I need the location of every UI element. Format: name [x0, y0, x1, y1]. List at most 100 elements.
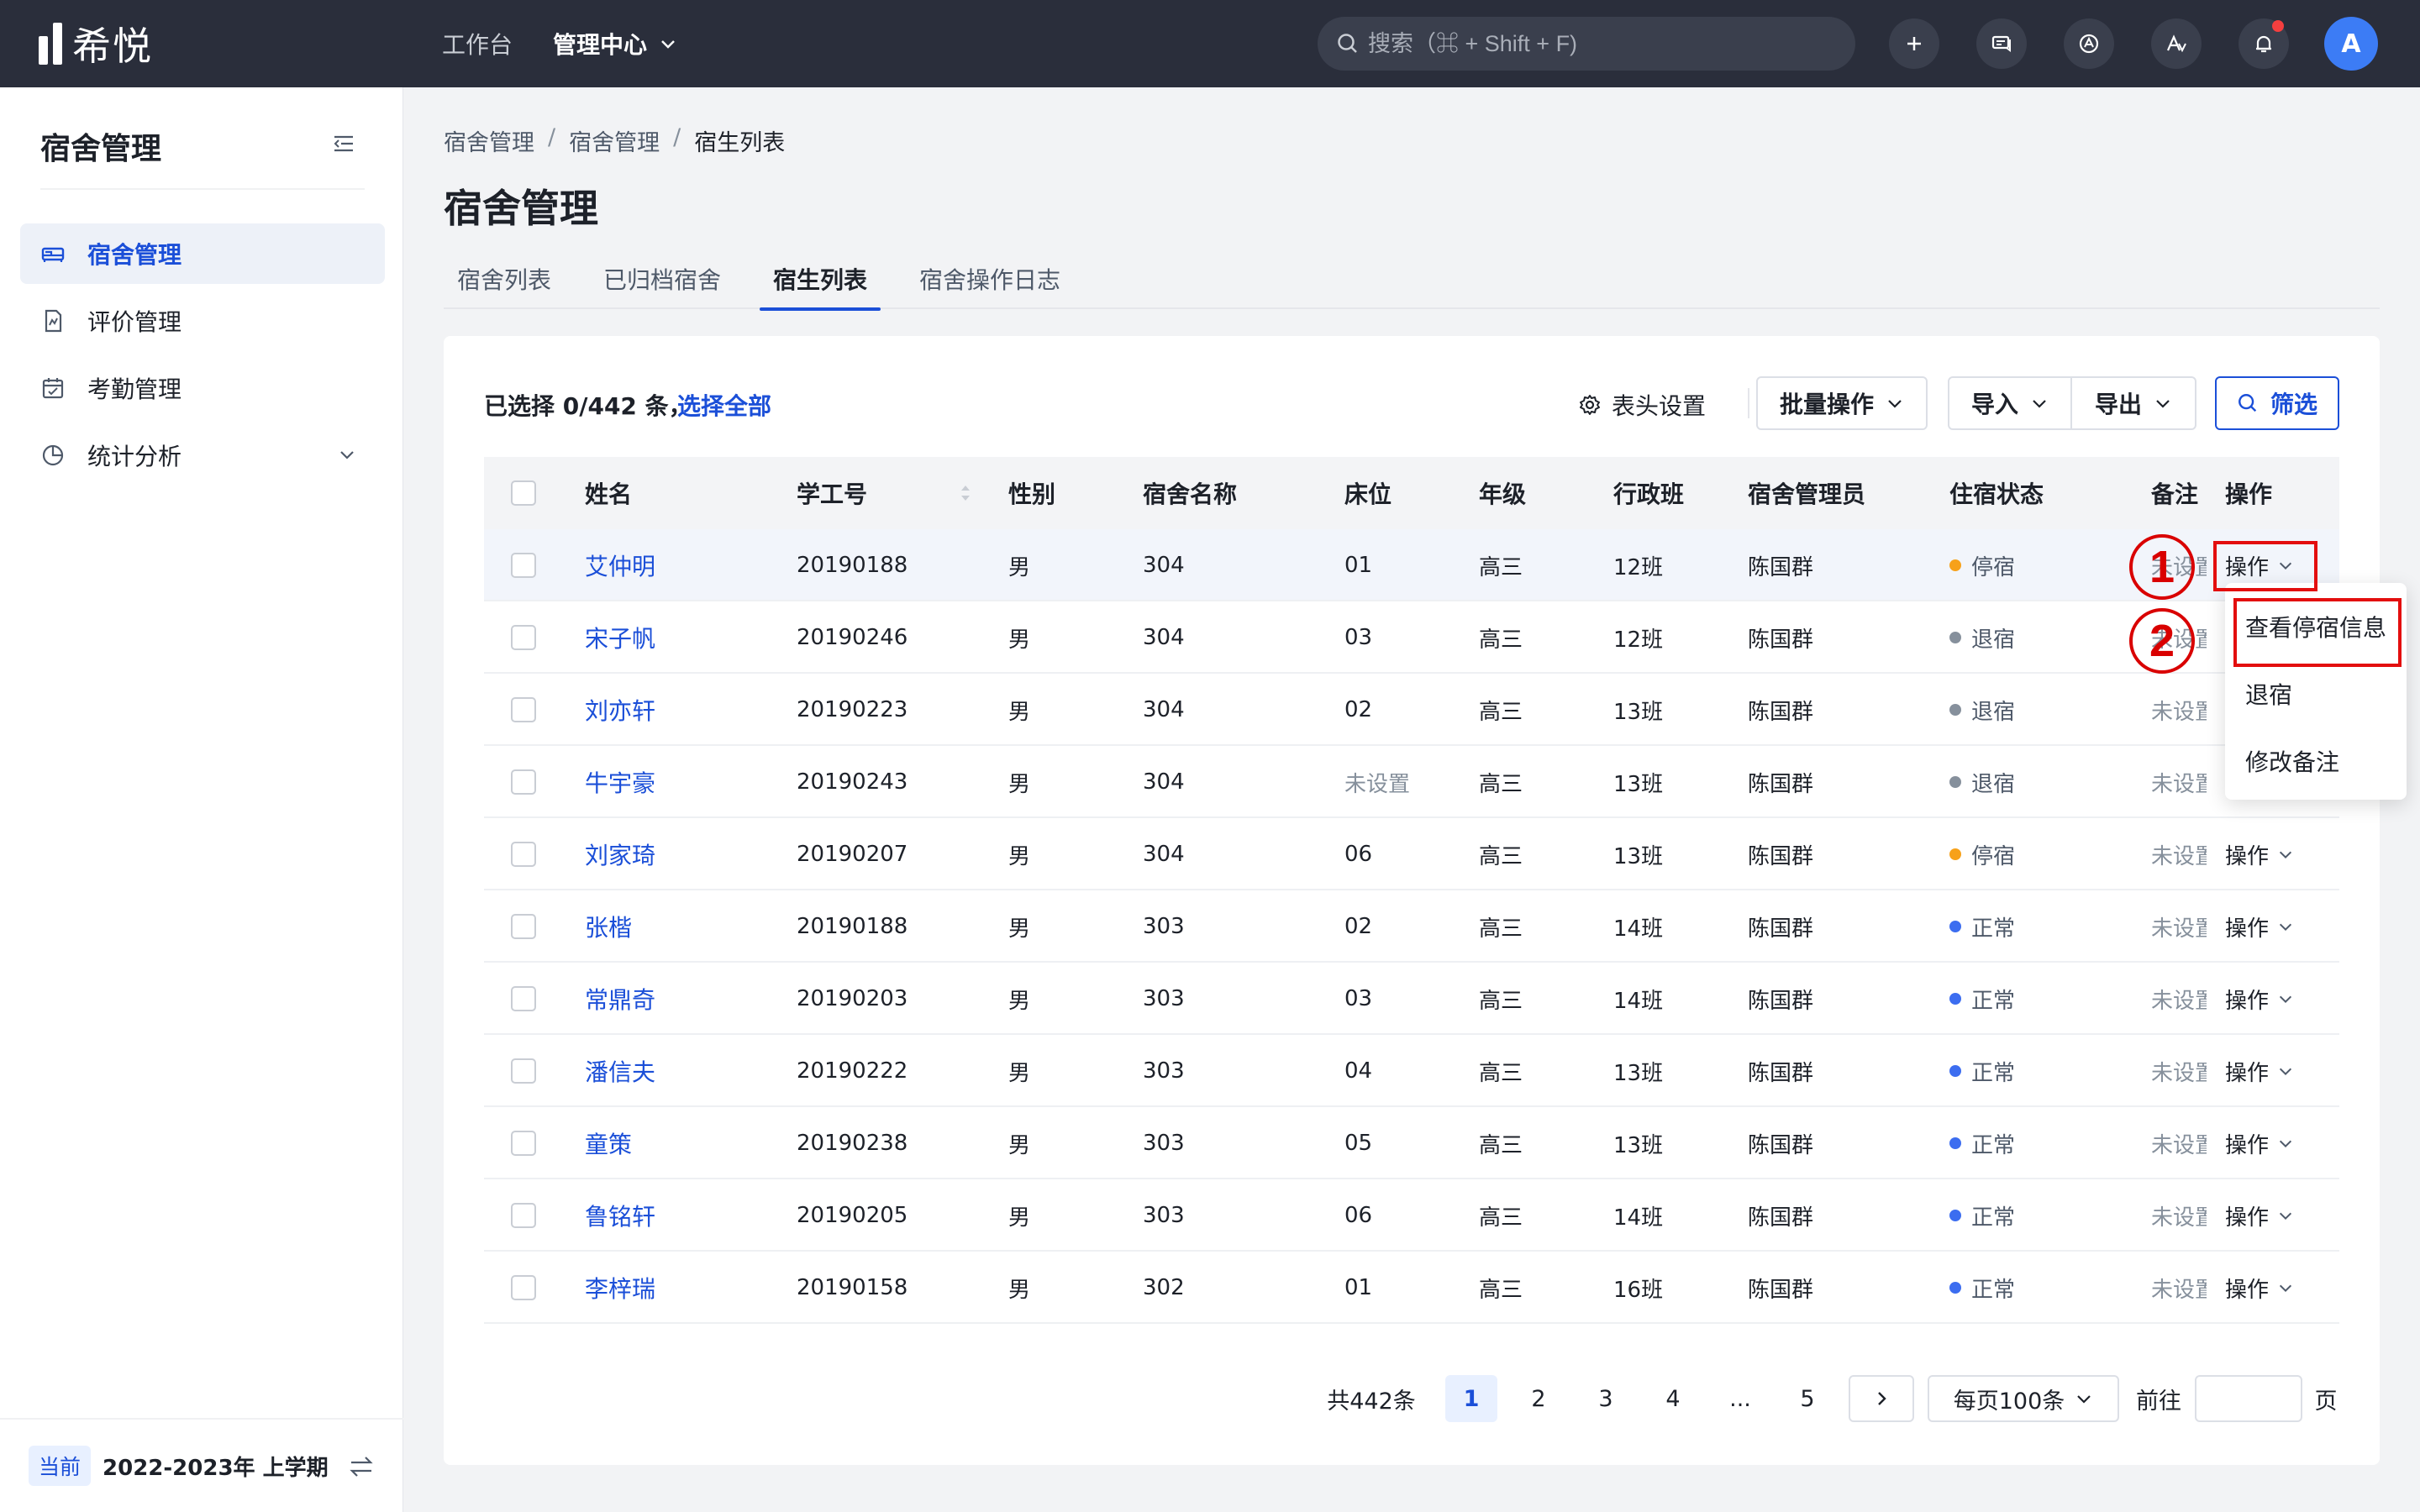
page-5[interactable]: 5 — [1781, 1375, 1833, 1422]
sidebar-item-statistics[interactable]: 统计分析 — [20, 425, 385, 486]
page-size-select[interactable]: 每页100条 — [1928, 1375, 2119, 1422]
export-button[interactable]: 导出 — [2070, 376, 2196, 430]
manager-cell-wrap: 陈国群 — [1748, 674, 1813, 746]
term-switch-button[interactable] — [348, 1455, 375, 1482]
student-name-link[interactable]: 牛宇豪 — [585, 765, 655, 799]
sidebar-item-attendance[interactable]: 考勤管理 — [20, 358, 385, 418]
sort-icon — [961, 486, 970, 501]
row-checkbox[interactable] — [511, 553, 536, 578]
header-settings-button[interactable]: 表头设置 — [1578, 388, 1706, 422]
status-dot — [1949, 776, 1961, 788]
message-button[interactable] — [1976, 18, 2027, 69]
row-checkbox-cell — [511, 890, 536, 963]
row-checkbox[interactable] — [511, 986, 536, 1011]
gender-cell-wrap: 男 — [1008, 674, 1030, 746]
menu-item-edit-note[interactable]: 修改备注 — [2245, 744, 2339, 778]
logo-text: 希悦 — [72, 24, 153, 69]
operation-dropdown-button[interactable]: 操作 — [2225, 1128, 2294, 1159]
page-4[interactable]: 4 — [1647, 1375, 1699, 1422]
translate-button[interactable] — [2151, 18, 2202, 69]
row-checkbox[interactable] — [511, 1203, 536, 1228]
operation-dropdown-button[interactable]: 操作 — [2225, 1273, 2294, 1304]
student-name-link[interactable]: 童策 — [585, 1126, 632, 1160]
operation-dropdown-button[interactable]: 操作 — [2225, 911, 2294, 942]
row-checkbox[interactable] — [511, 842, 536, 867]
table-row: 童策 20190238 男 303 05 高三 13班 陈国群 未设置 正常 操作 — [484, 1107, 2339, 1179]
manager-cell: 陈国群 — [1748, 771, 1814, 797]
app-button[interactable] — [2064, 18, 2114, 69]
next-page-button[interactable] — [1849, 1375, 1914, 1422]
select-all-checkbox[interactable] — [511, 480, 536, 506]
row-checkbox[interactable] — [511, 1275, 536, 1300]
chevron-down-icon — [2279, 1140, 2292, 1148]
page-ellipsis[interactable]: ... — [1714, 1375, 1766, 1422]
grade-cell-wrap: 高三 — [1479, 1035, 1523, 1107]
student-name-link[interactable]: 鲁铭轩 — [585, 1199, 655, 1232]
student-name-link[interactable]: 李梓瑞 — [585, 1271, 655, 1305]
sidebar-item-dorm-management[interactable]: 宿舍管理 — [20, 223, 385, 284]
operation-label: 操作 — [2225, 1277, 2270, 1303]
row-checkbox[interactable] — [511, 914, 536, 939]
row-checkbox[interactable] — [511, 1131, 536, 1156]
filter-button[interactable]: 筛选 — [2215, 376, 2339, 430]
batch-operation-button[interactable]: 批量操作 — [1756, 376, 1928, 430]
operation-label: 操作 — [2225, 1132, 2270, 1158]
add-button[interactable] — [1889, 18, 1939, 69]
logo[interactable]: 希悦 — [39, 18, 153, 69]
nav-admin-center[interactable]: 管理中心 — [553, 27, 677, 60]
tab-dorm-list[interactable]: 宿舍列表 — [444, 249, 565, 309]
row-checkbox[interactable] — [511, 697, 536, 722]
table-row: 鲁铭轩 20190205 男 303 06 高三 14班 陈国群 未设置 正常 操作 — [484, 1179, 2339, 1252]
dorm-name-cell-wrap: 303 — [1143, 1035, 1185, 1107]
search-input[interactable] — [1368, 30, 1839, 57]
row-checkbox[interactable] — [511, 625, 536, 650]
menu-item-checkout[interactable]: 退宿 — [2245, 677, 2292, 711]
operation-cell: 操作 — [2225, 818, 2294, 890]
notification-button[interactable] — [2238, 18, 2289, 69]
student-name-link[interactable]: 宋子帆 — [585, 621, 655, 654]
grade-cell-wrap: 高三 — [1479, 529, 1523, 601]
avatar[interactable]: A — [2324, 17, 2378, 71]
bell-icon — [2256, 35, 2271, 53]
operation-dropdown-button[interactable]: 操作 — [2225, 839, 2294, 870]
goto-page-input[interactable] — [2195, 1375, 2302, 1422]
operation-label: 操作 — [2225, 843, 2270, 869]
column-header-status: 住宿状态 — [1949, 480, 2044, 508]
operation-dropdown-button[interactable]: 操作 — [2225, 984, 2294, 1015]
bed-cell-wrap: 02 — [1344, 674, 1372, 746]
tab-archived-dorms[interactable]: 已归档宿舍 — [590, 249, 734, 309]
column-header-id[interactable]: 学工号 — [797, 457, 973, 529]
student-id-cell-wrap: 20190246 — [797, 601, 908, 674]
global-search[interactable] — [1318, 17, 1855, 71]
student-name-link[interactable]: 潘信夫 — [585, 1054, 655, 1088]
tab-bar: 宿舍列表 已归档宿舍 宿生列表 宿舍操作日志 — [444, 249, 2380, 311]
row-checkbox[interactable] — [511, 769, 536, 795]
row-checkbox[interactable] — [511, 1058, 536, 1084]
status-text: 退宿 — [1971, 627, 2016, 653]
student-name-link[interactable]: 常鼎奇 — [585, 982, 655, 1016]
student-name-link[interactable]: 艾仲明 — [585, 549, 655, 582]
breadcrumb-item[interactable]: 宿舍管理 — [569, 124, 660, 157]
tab-student-list[interactable]: 宿生列表 — [760, 249, 881, 311]
tab-operation-log[interactable]: 宿舍操作日志 — [906, 249, 1074, 309]
page-3[interactable]: 3 — [1580, 1375, 1632, 1422]
page-1[interactable]: 1 — [1445, 1375, 1497, 1422]
operation-dropdown-button[interactable]: 操作 — [2225, 1200, 2294, 1231]
operation-cell: 操作 — [2225, 1107, 2294, 1179]
student-id-cell: 20190158 — [797, 1275, 908, 1300]
nav-workbench[interactable]: 工作台 — [442, 27, 513, 60]
student-name-link[interactable]: 刘家琦 — [585, 837, 655, 871]
manager-cell: 陈国群 — [1748, 627, 1814, 653]
operation-dropdown-button[interactable]: 操作 — [2225, 1056, 2294, 1087]
page-2[interactable]: 2 — [1512, 1375, 1565, 1422]
student-name-link[interactable]: 张楷 — [585, 910, 632, 943]
sidebar-item-evaluation[interactable]: 评价管理 — [20, 291, 385, 351]
breadcrumb-item[interactable]: 宿舍管理 — [444, 124, 534, 157]
sidebar-collapse-button[interactable] — [331, 131, 356, 160]
class-cell: 12班 — [1613, 554, 1664, 580]
chevron-down-icon — [661, 40, 675, 49]
select-all-link[interactable]: 选择全部 — [677, 388, 771, 422]
student-name-link[interactable]: 刘亦轩 — [585, 693, 655, 727]
student-id-cell-wrap: 20190188 — [797, 529, 908, 601]
import-button[interactable]: 导入 — [1948, 376, 2072, 430]
